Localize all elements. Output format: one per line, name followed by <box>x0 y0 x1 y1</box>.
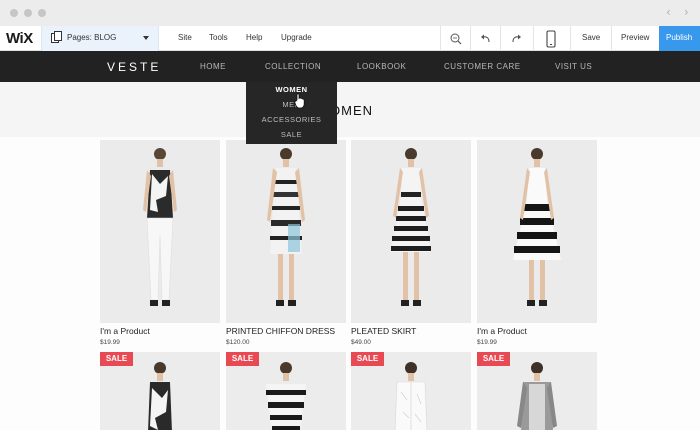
sale-badge: SALE <box>100 352 133 366</box>
sale-badge: SALE <box>226 352 259 366</box>
toolbar-divider <box>533 26 534 51</box>
redo-icon[interactable] <box>509 32 523 46</box>
editor-toolbar: WiX Pages: BLOG Site Tools Help Upgrade <box>0 26 700 51</box>
publish-button[interactable]: Publish <box>659 26 700 51</box>
sale-badge: SALE <box>477 352 510 366</box>
pages-dropdown-label: Pages: BLOG <box>67 33 117 42</box>
collection-dropdown-menu: WOMEN MEN ACCESSORIES SALE <box>246 82 337 144</box>
product-name-1[interactable]: I'm a Product <box>100 326 150 336</box>
browser-chrome: ‹ › <box>0 0 700 26</box>
window-zoom-dot[interactable] <box>38 9 46 17</box>
product-name-4[interactable]: I'm a Product <box>477 326 527 336</box>
nav-collection[interactable]: COLLECTION <box>265 62 321 71</box>
window-minimize-dot[interactable] <box>24 9 32 17</box>
model-figure <box>477 140 597 323</box>
nav-visit-us[interactable]: VISIT US <box>555 62 592 71</box>
product-image-1[interactable] <box>100 140 220 323</box>
toolbar-divider <box>611 26 612 51</box>
model-figure <box>351 140 471 323</box>
menu-tools[interactable]: Tools <box>209 33 228 42</box>
site-header: VESTE HOME COLLECTION LOOKBOOK CUSTOMER … <box>0 51 700 82</box>
toolbar-divider <box>470 26 471 51</box>
zoom-icon[interactable] <box>449 32 463 46</box>
product-image-5[interactable]: SALE <box>100 352 220 430</box>
product-image-8[interactable]: SALE <box>477 352 597 430</box>
model-figure <box>100 140 220 323</box>
nav-home[interactable]: HOME <box>200 62 226 71</box>
save-button[interactable]: Save <box>582 33 600 42</box>
preview-button[interactable]: Preview <box>621 33 649 42</box>
pages-icon <box>51 31 62 43</box>
product-name-2[interactable]: PRINTED CHIFFON DRESS <box>226 326 335 336</box>
nav-customer-care[interactable]: CUSTOMER CARE <box>444 62 521 71</box>
toolbar-divider <box>440 26 441 51</box>
toolbar-divider <box>570 26 571 51</box>
mobile-view-icon[interactable] <box>544 30 558 48</box>
product-price-2: $120.00 <box>226 339 250 346</box>
toolbar-divider <box>500 26 501 51</box>
window-close-dot[interactable] <box>10 9 18 17</box>
model-figure <box>226 140 346 323</box>
product-image-3[interactable] <box>351 140 471 323</box>
nav-lookbook[interactable]: LOOKBOOK <box>357 62 406 71</box>
dropdown-item-men[interactable]: MEN <box>246 100 337 109</box>
sale-badge: SALE <box>351 352 384 366</box>
product-image-7[interactable]: SALE <box>351 352 471 430</box>
menu-upgrade[interactable]: Upgrade <box>281 33 312 42</box>
chevron-down-icon <box>143 36 149 40</box>
undo-icon[interactable] <box>479 32 493 46</box>
product-price-1: $19.99 <box>100 339 120 346</box>
product-price-3: $49.00 <box>351 339 371 346</box>
dropdown-item-accessories[interactable]: ACCESSORIES <box>246 115 337 124</box>
hand-pointer-cursor-icon <box>294 93 305 109</box>
product-name-3[interactable]: PLEATED SKIRT <box>351 326 416 336</box>
dropdown-item-women[interactable]: WOMEN <box>246 85 337 94</box>
back-arrow-icon[interactable]: ‹ <box>666 5 671 19</box>
menu-site[interactable]: Site <box>178 33 192 42</box>
menu-help[interactable]: Help <box>246 33 262 42</box>
dropdown-item-sale[interactable]: SALE <box>246 130 337 139</box>
product-image-4[interactable] <box>477 140 597 323</box>
product-image-6[interactable]: SALE <box>226 352 346 430</box>
forward-arrow-icon[interactable]: › <box>684 5 689 19</box>
product-image-2[interactable] <box>226 140 346 323</box>
browser-window: ‹ › WiX Pages: BLOG Site Tools Help Upgr… <box>0 0 700 430</box>
publish-label: Publish <box>666 33 693 42</box>
product-price-4: $19.99 <box>477 339 497 346</box>
wix-logo: WiX <box>6 30 33 47</box>
site-brand-logo[interactable]: VESTE <box>107 60 161 74</box>
pages-dropdown[interactable]: Pages: BLOG <box>41 26 159 51</box>
